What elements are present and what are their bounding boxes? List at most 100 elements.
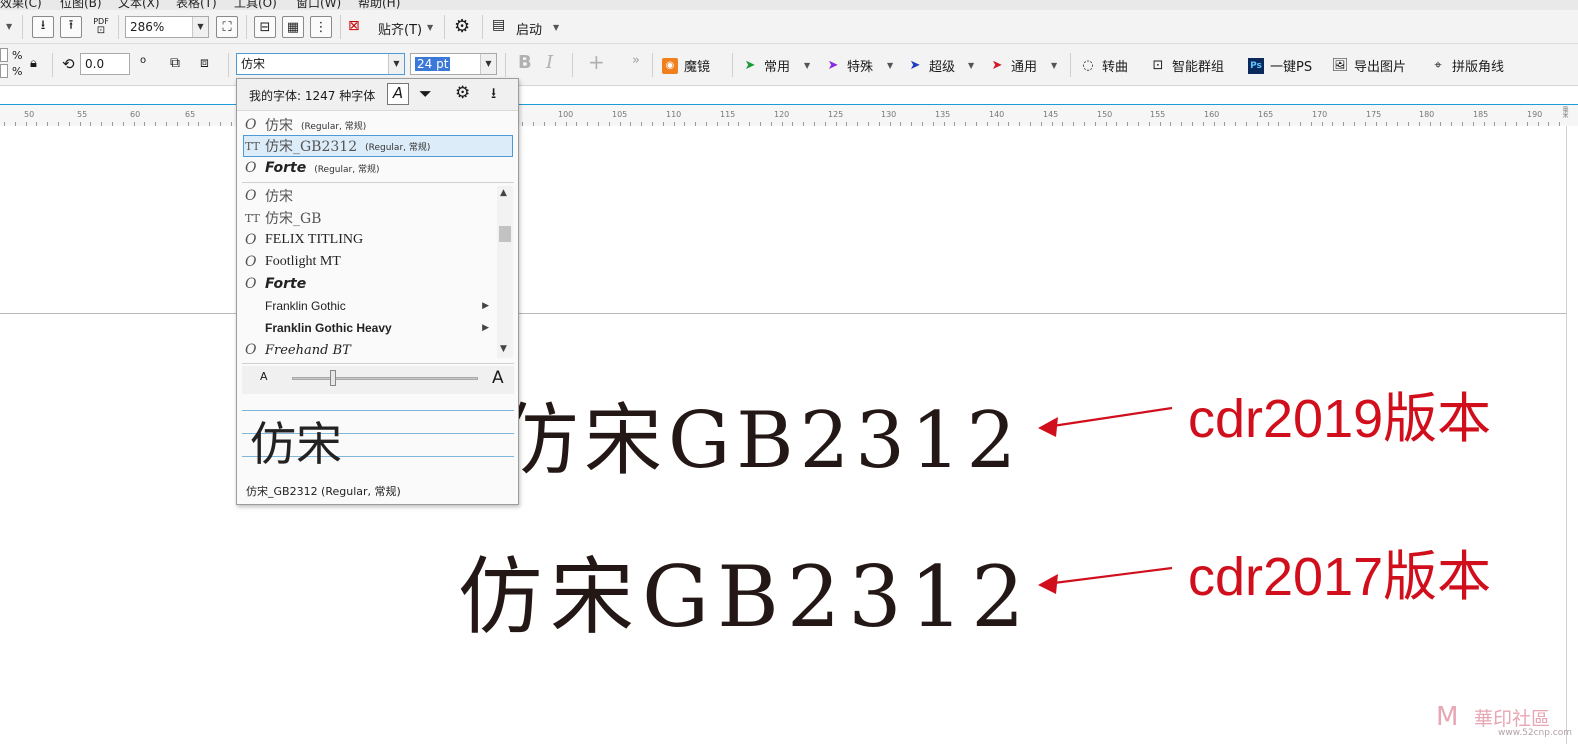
chevron-down-icon[interactable]: ▼: [804, 61, 810, 70]
recent-font-item[interactable]: O 仿宋 (Regular, 常规): [245, 114, 507, 136]
launch-label[interactable]: 启动: [516, 19, 542, 38]
chevron-down-icon[interactable]: ▼: [427, 23, 433, 32]
slider-thumb[interactable]: [330, 370, 336, 386]
font-list-item[interactable]: O Forte: [245, 273, 507, 295]
ruler-tick: 115: [720, 110, 736, 119]
snap-to-label[interactable]: 贴齐(T): [378, 19, 422, 38]
menu-effects[interactable]: 效果(C): [0, 0, 42, 10]
chevron-down-icon[interactable]: ▼: [553, 23, 559, 32]
plugin-convert-curves[interactable]: ◌ 转曲: [1080, 56, 1128, 75]
rotation-angle-field[interactable]: 0.0: [80, 53, 130, 75]
font-list-item[interactable]: Franklin Gothic Heavy ▶: [245, 317, 507, 339]
smart-group-icon: ⊡: [1152, 58, 1164, 73]
preview-size-slider[interactable]: [292, 377, 478, 380]
plugin-teshu[interactable]: ➤ 特殊: [825, 56, 873, 75]
lock-ratio-icon[interactable]: 🔒︎: [30, 56, 37, 71]
filter-icon[interactable]: ⏷: [419, 84, 432, 104]
recent-font-item[interactable]: O Forte (Regular, 常规): [245, 157, 507, 179]
ruler-minor-tick: [544, 122, 545, 126]
chevron-down-icon[interactable]: ▼: [388, 54, 404, 74]
ruler-tick: 140: [989, 110, 1005, 119]
plugin-chaoji[interactable]: ➤ 超级: [907, 56, 955, 75]
submenu-arrow-icon[interactable]: ▶: [482, 323, 489, 333]
scrollbar-thumb[interactable]: [499, 226, 511, 242]
chevron-down-icon[interactable]: ▼: [1051, 61, 1057, 70]
show-rulers-button[interactable]: ⊟: [254, 16, 276, 38]
font-list-item[interactable]: TT 仿宋_GB: [245, 207, 507, 229]
degree-icon: o: [140, 55, 147, 66]
plugin-mojing[interactable]: ◉ 魔镜: [662, 56, 710, 75]
ruler-minor-tick: [587, 122, 589, 126]
font-playground-icon[interactable]: A: [387, 83, 409, 105]
font-list-item[interactable]: O 仿宋: [245, 185, 507, 207]
recent-font-item[interactable]: TT 仿宋_GB2312 (Regular, 常规): [245, 135, 507, 157]
chevron-down-icon[interactable]: ▼: [6, 22, 12, 31]
text-sample-cdr2019[interactable]: 仿宋GB2312: [518, 378, 1022, 490]
ruler-minor-tick: [1159, 122, 1161, 126]
ruler-minor-tick: [1343, 122, 1345, 126]
chevron-down-icon[interactable]: ▼: [968, 61, 974, 70]
export-button[interactable]: ⭱: [60, 16, 82, 38]
menu-tools[interactable]: 工具(O): [234, 0, 277, 10]
ruler-minor-tick: [1397, 122, 1399, 126]
get-more-fonts-icon[interactable]: ⭳: [491, 83, 496, 108]
font-list-scrollbar[interactable]: ▲ ▼: [497, 186, 513, 358]
show-grid-button[interactable]: ▦: [282, 16, 304, 38]
ruler-minor-tick: [1040, 122, 1042, 126]
plugin-smart-group[interactable]: ⊡ 智能群组: [1150, 56, 1224, 75]
gear-icon[interactable]: ⚙: [454, 16, 470, 37]
guideline[interactable]: [0, 313, 1566, 314]
font-list-dropdown[interactable]: 仿宋 ▼: [236, 53, 405, 75]
font-list-item[interactable]: Franklin Gothic ▶: [245, 295, 507, 317]
ruler-minor-tick: [1267, 122, 1269, 126]
import-button[interactable]: ⭳: [32, 16, 54, 38]
ruler-minor-tick: [878, 122, 880, 126]
font-list-item[interactable]: O Freehand BT: [245, 339, 507, 361]
chevron-down-icon[interactable]: ▼: [192, 17, 208, 37]
font-list-item[interactable]: O FELIX TITLING: [245, 229, 507, 251]
scroll-down-icon[interactable]: ▼: [500, 344, 507, 354]
more-options-icon[interactable]: »: [632, 53, 640, 68]
ruler-minor-tick: [1202, 122, 1204, 126]
plugin-tongyong[interactable]: ➤ 通用: [989, 56, 1037, 75]
scale-x-field[interactable]: [0, 48, 8, 62]
menu-window[interactable]: 窗口(W): [296, 0, 341, 10]
menu-bitmaps[interactable]: 位图(B): [60, 0, 102, 10]
snap-off-icon[interactable]: ⊠: [348, 18, 368, 36]
ruler-minor-tick: [1235, 122, 1237, 126]
scale-y-field[interactable]: [0, 64, 8, 78]
menu-help[interactable]: 帮助(H): [358, 0, 400, 10]
plugin-export-image[interactable]: 🖼︎ 导出图片: [1332, 56, 1406, 75]
ruler-minor-tick: [1451, 122, 1453, 126]
mirror-horizontal-icon[interactable]: ⧉: [170, 55, 180, 71]
full-screen-preview-button[interactable]: ⛶: [216, 16, 238, 38]
text-sample-cdr2017[interactable]: 仿宋GB2312: [458, 530, 1033, 651]
publish-pdf-button[interactable]: PDF ⊡: [90, 17, 112, 39]
zoom-level-dropdown[interactable]: 286% ▼: [125, 16, 209, 38]
ruler-minor-tick: [133, 122, 135, 126]
menu-table[interactable]: 表格(T): [176, 0, 217, 10]
font-list-item[interactable]: O Footlight MT: [245, 251, 507, 273]
launch-icon[interactable]: ▤: [492, 17, 505, 33]
font-size-dropdown[interactable]: 24 pt ▼: [410, 53, 497, 75]
italic-button[interactable]: I: [546, 52, 553, 73]
font-preview-text: 仿宋: [250, 417, 342, 471]
ruler-minor-tick: [112, 122, 113, 126]
plugin-one-click-ps[interactable]: Ps 一键PS: [1248, 56, 1312, 75]
chevron-down-icon[interactable]: ▼: [480, 54, 496, 74]
chevron-down-icon[interactable]: ▼: [887, 61, 893, 70]
scroll-up-icon[interactable]: ▲: [500, 188, 507, 198]
menu-text[interactable]: 文本(X): [118, 0, 160, 10]
gear-icon[interactable]: ⚙: [455, 83, 470, 103]
show-guidelines-button[interactable]: ⋮: [310, 16, 332, 38]
mirror-vertical-icon[interactable]: ⧈: [200, 55, 209, 71]
submenu-arrow-icon[interactable]: ▶: [482, 301, 489, 311]
plugin-crop-marks[interactable]: ⌖ 拼版角线: [1430, 56, 1504, 75]
plugin-changyong[interactable]: ➤ 常用: [742, 56, 790, 75]
ruler-minor-tick: [835, 122, 837, 126]
bold-button[interactable]: B: [518, 52, 532, 73]
ruler-minor-tick: [4, 122, 5, 126]
menu-bar: 效果(C) 位图(B) 文本(X) 表格(T) 工具(O) 窗口(W) 帮助(H…: [0, 0, 1578, 10]
add-button[interactable]: +: [588, 50, 605, 74]
watermark-text: 華印社區: [1474, 708, 1551, 730]
